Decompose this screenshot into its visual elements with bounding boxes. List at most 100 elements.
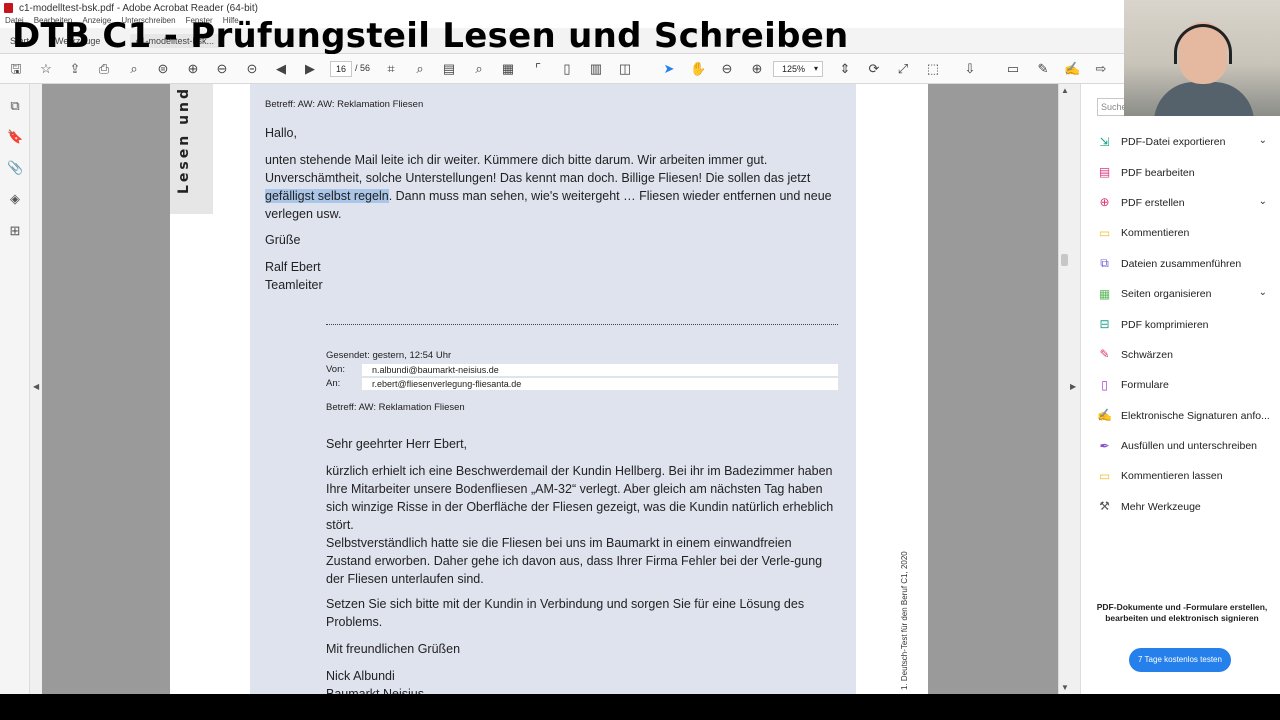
chevron-down-icon[interactable]: ⌄ bbox=[1259, 287, 1267, 298]
tool-item-label: Kommentieren lassen bbox=[1121, 470, 1223, 483]
rotate-icon[interactable]: ⟳ bbox=[866, 61, 882, 77]
hand-tool-icon[interactable]: ✋ bbox=[690, 61, 706, 77]
comment-icon: ▭ bbox=[1098, 225, 1111, 240]
single-page-icon[interactable]: ▯ bbox=[559, 61, 575, 77]
expand-right-pane-icon[interactable]: ▶ bbox=[1070, 382, 1076, 391]
collapse-left-pane-icon[interactable]: ◀ bbox=[33, 382, 39, 391]
crop-icon[interactable]: ⌜ bbox=[530, 61, 546, 77]
upload-icon[interactable]: ⇪ bbox=[67, 61, 83, 77]
tool-item-11[interactable]: ▭ Kommentieren lassen bbox=[1081, 461, 1280, 491]
mail2-closing: Mit freundlichen Grüßen bbox=[326, 642, 461, 656]
highlight-pen-icon[interactable]: ✎ bbox=[1035, 61, 1051, 77]
tool-item-2[interactable]: ⊕ PDF erstellen ⌄ bbox=[1081, 188, 1280, 218]
two-page-icon[interactable]: ◫ bbox=[617, 61, 633, 77]
section-side-label: Lesen und Sc bbox=[176, 84, 192, 194]
sign-icon[interactable]: ✍ bbox=[1064, 61, 1080, 77]
mail2-subject: Betreff: AW: Reklamation Fliesen bbox=[326, 402, 465, 413]
zoom-in-icon[interactable]: ⊕ bbox=[749, 61, 765, 77]
attachment-icon[interactable]: 📎 bbox=[7, 160, 23, 176]
left-navigation-pane: ⧉ 🔖 📎 ◈ ⊞ bbox=[0, 84, 30, 694]
combine-files-icon: ⧉ bbox=[1100, 256, 1109, 271]
snapshot-icon[interactable]: ⌗ bbox=[383, 61, 399, 77]
fit-icon[interactable]: ⊝ bbox=[244, 61, 260, 77]
page-up-icon[interactable]: ⊕ bbox=[185, 61, 201, 77]
mail2-paragraph-2: Selbstverständlich hatte sie die Fliesen… bbox=[326, 536, 823, 586]
chevron-down-icon: ▾ bbox=[813, 64, 818, 73]
presenter-body bbox=[1154, 82, 1254, 116]
vertical-scrollbar[interactable]: ▲ ▼ bbox=[1058, 84, 1070, 694]
page-total: / 56 bbox=[355, 63, 371, 73]
page-view-icon[interactable]: ▤ bbox=[441, 61, 457, 77]
save-icon[interactable]: 🖫 bbox=[8, 61, 24, 77]
mail1-closing: Grüße bbox=[265, 233, 301, 247]
mail1-body: unten stehende Mail leite ich dir weiter… bbox=[265, 151, 845, 223]
reduce-icon[interactable]: ⊜ bbox=[155, 61, 171, 77]
search-document-icon[interactable]: ⌕ bbox=[471, 61, 487, 77]
comment-tool-icon[interactable]: ▭ bbox=[1005, 61, 1021, 77]
tool-item-label: Formulare bbox=[1121, 379, 1169, 392]
zoom-out-icon[interactable]: ⊖ bbox=[719, 61, 735, 77]
mail2-paragraph-1: kürzlich erhielt ich eine Beschwerdemail… bbox=[326, 464, 834, 532]
share-icon[interactable]: ⇨ bbox=[1093, 61, 1109, 77]
marquee-icon[interactable]: ⬚ bbox=[925, 61, 941, 77]
tool-item-label: PDF komprimieren bbox=[1121, 318, 1209, 331]
page-number-input[interactable]: 16 bbox=[330, 61, 352, 77]
mail1-signature-name: Ralf Ebert bbox=[265, 260, 321, 274]
select-cursor-icon[interactable]: ➤ bbox=[661, 61, 677, 77]
e-signature-icon: ✍ bbox=[1097, 408, 1112, 423]
pdf-page: Lesen und Sc Betreff: AW: AW: Reklamatio… bbox=[170, 84, 928, 694]
organize-pages-icon: ▦ bbox=[1098, 286, 1111, 301]
chevron-down-icon[interactable]: ⌄ bbox=[1259, 135, 1267, 146]
page-fit-icon[interactable]: ⇕ bbox=[837, 61, 853, 77]
overlay-title: DTB C1 - Prüfungsteil Lesen und Schreibe… bbox=[12, 16, 849, 56]
zoom-level-select[interactable]: 125% ▾ bbox=[773, 61, 823, 77]
tool-item-12[interactable]: ⚒ Mehr Werkzeuge bbox=[1081, 492, 1280, 522]
mail2-from-label: Von: bbox=[326, 364, 346, 375]
free-trial-button[interactable]: 7 Tage kostenlos testen bbox=[1129, 648, 1231, 672]
mail1-signature-role: Teamleiter bbox=[265, 278, 323, 292]
tool-item-0[interactable]: ⇲ PDF-Datei exportieren ⌄ bbox=[1081, 127, 1280, 157]
headset-icon bbox=[1174, 24, 1232, 64]
page-down-icon[interactable]: ⊖ bbox=[214, 61, 230, 77]
mail2-signature-company: Baumarkt Neisius bbox=[326, 687, 424, 694]
page-thumbnails-icon[interactable]: ⧉ bbox=[7, 98, 23, 114]
bookmark-star-icon[interactable]: ☆ bbox=[38, 61, 54, 77]
compress-pdf-icon: ⊟ bbox=[1099, 317, 1110, 332]
email-box: Betreff: AW: AW: Reklamation Fliesen Hal… bbox=[250, 84, 856, 694]
scroll-down-icon[interactable]: ▼ bbox=[1061, 683, 1069, 692]
tool-item-label: Dateien zusammenführen bbox=[1121, 257, 1242, 270]
find-icon[interactable]: ⌕ bbox=[412, 61, 428, 77]
scrollbar-thumb[interactable] bbox=[1061, 254, 1068, 266]
export-icon[interactable]: ▦ bbox=[500, 61, 516, 77]
document-viewport[interactable]: Lesen und Sc Betreff: AW: AW: Reklamatio… bbox=[42, 84, 1058, 694]
create-pdf-icon: ⊕ bbox=[1099, 195, 1110, 210]
bookmark-icon[interactable]: 🔖 bbox=[7, 129, 23, 145]
window-title: c1-modelltest-bsk.pdf - Adobe Acrobat Re… bbox=[19, 2, 259, 14]
tool-item-1[interactable]: ▤ PDF bearbeiten bbox=[1081, 157, 1280, 187]
tool-item-6[interactable]: ⊟ PDF komprimieren bbox=[1081, 309, 1280, 339]
mail2-from-field: n.albundi@baumarkt-neisius.de bbox=[362, 364, 838, 376]
layers-icon[interactable]: ◈ bbox=[7, 191, 23, 207]
zoom-level-value: 125% bbox=[782, 64, 806, 74]
redact-icon: ✎ bbox=[1099, 347, 1110, 362]
tool-item-8[interactable]: ▯ Formulare bbox=[1081, 370, 1280, 400]
tool-item-7[interactable]: ✎ Schwärzen bbox=[1081, 340, 1280, 370]
tool-item-5[interactable]: ▦ Seiten organisieren ⌄ bbox=[1081, 279, 1280, 309]
send-comments-icon: ▭ bbox=[1098, 468, 1111, 483]
structure-icon[interactable]: ⊞ bbox=[7, 223, 23, 239]
next-page-icon[interactable]: ▶ bbox=[302, 61, 318, 77]
tool-item-4[interactable]: ⧉ Dateien zusammenführen bbox=[1081, 249, 1280, 279]
webcam-overlay bbox=[1124, 0, 1280, 116]
scroll-pages-icon[interactable]: ▥ bbox=[588, 61, 604, 77]
previous-page-icon[interactable]: ◀ bbox=[273, 61, 289, 77]
zoom-search-icon[interactable]: ⌕ bbox=[126, 61, 142, 77]
print-icon[interactable]: ⎙ bbox=[96, 61, 112, 77]
tools-tray-icon[interactable]: ⇩ bbox=[962, 61, 978, 77]
tool-item-3[interactable]: ▭ Kommentieren bbox=[1081, 218, 1280, 248]
chevron-down-icon[interactable]: ⌄ bbox=[1259, 196, 1267, 207]
mail2-to-field: r.ebert@fliesenverlegung-fliesanta.de bbox=[362, 378, 838, 390]
scroll-up-icon[interactable]: ▲ bbox=[1061, 86, 1069, 95]
tool-item-10[interactable]: ✒ Ausfüllen und unterschreiben bbox=[1081, 431, 1280, 461]
tool-item-9[interactable]: ✍ Elektronische Signaturen anfo... bbox=[1081, 401, 1280, 431]
full-screen-icon[interactable]: ⤢ bbox=[895, 61, 911, 77]
